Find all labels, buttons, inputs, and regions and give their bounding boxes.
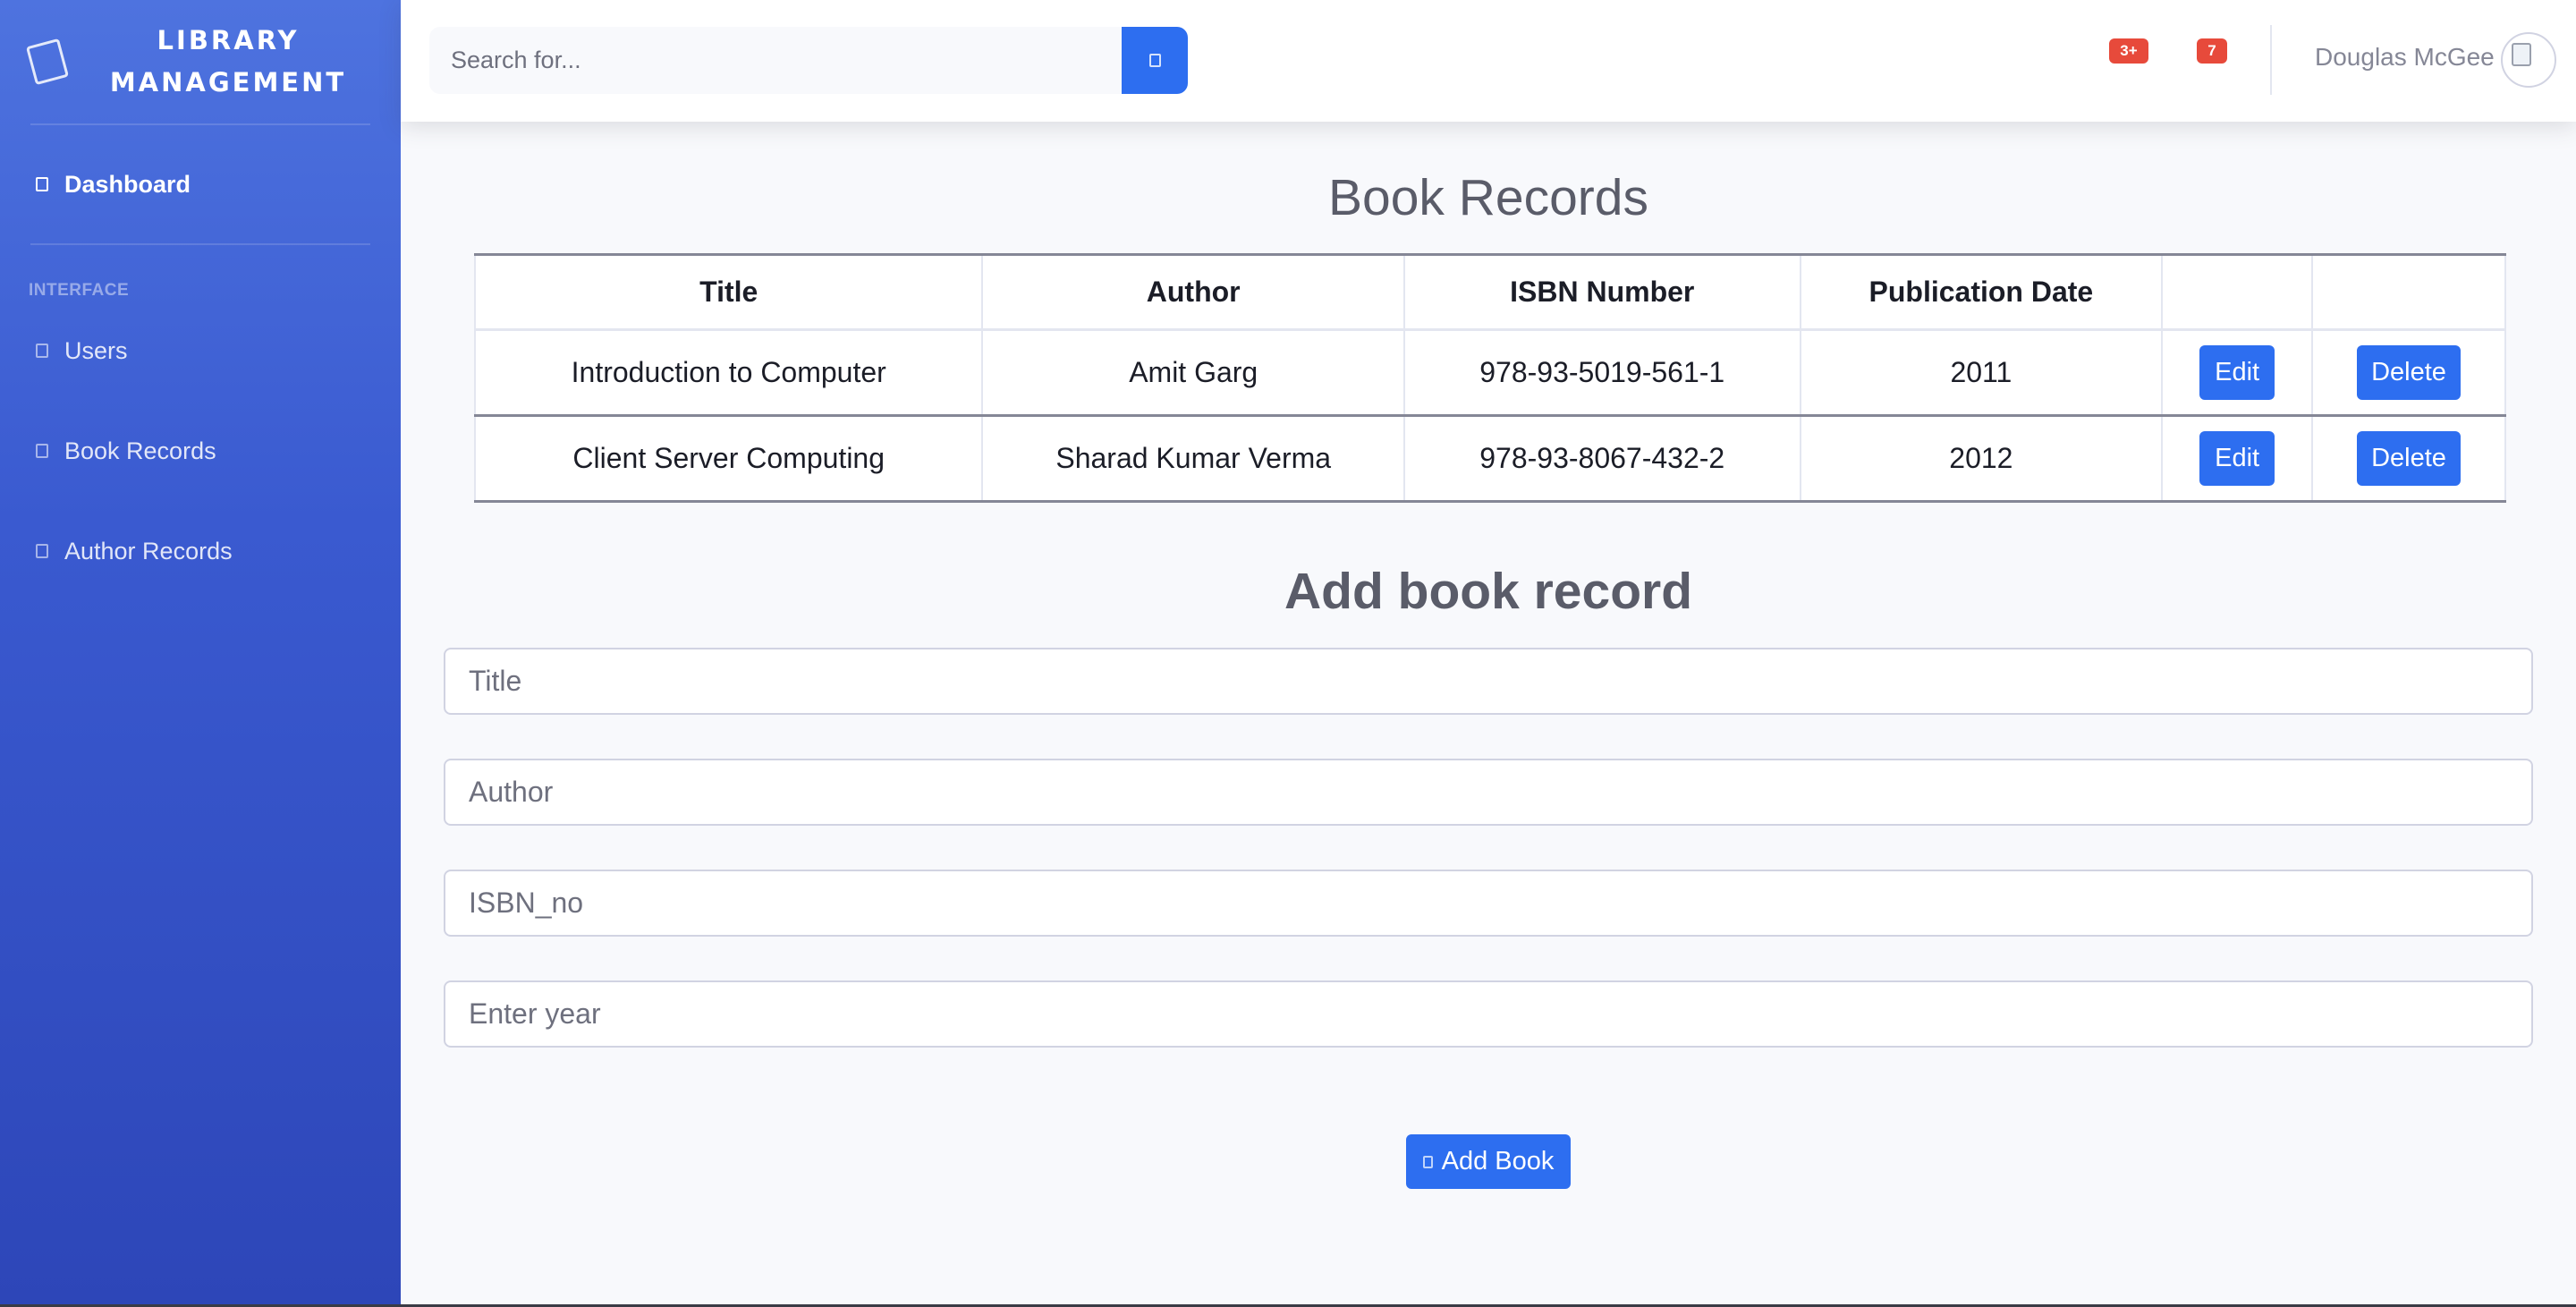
topbar-divider (2270, 25, 2272, 95)
messages-badge[interactable]: 7 (2197, 38, 2227, 64)
column-header-date: Publication Date (1799, 253, 2164, 331)
sidebar-divider (30, 123, 370, 125)
page-title: Book Records (1327, 169, 1648, 226)
book-records-icon (36, 444, 48, 458)
user-name[interactable]: Douglas McGee (2315, 43, 2495, 72)
dashboard-icon (36, 177, 48, 191)
column-header-isbn: ISBN Number (1402, 253, 1801, 331)
book-records-table: Title Author ISBN Number Publication Dat… (473, 253, 2506, 503)
cell-isbn: 978-93-8067-432-2 (1402, 414, 1801, 503)
cell-edit: Edit (2161, 328, 2314, 417)
column-header-author: Author (981, 253, 1405, 331)
alerts-badge[interactable]: 3+ (2109, 38, 2148, 64)
cell-author: Sharad Kumar Verma (981, 414, 1405, 503)
sidebar-item-label: Book Records (64, 437, 216, 464)
cell-date: 2011 (1799, 328, 2164, 417)
sidebar-item-dashboard[interactable]: Dashboard (0, 157, 401, 211)
column-header-title: Title (473, 253, 984, 331)
table-row: Introduction to Computer Amit Garg 978-9… (473, 328, 2506, 417)
brand-line-1: LIBRARY (157, 25, 300, 55)
cell-author: Amit Garg (981, 328, 1405, 417)
table-row: Client Server Computing Sharad Kumar Ver… (473, 414, 2506, 503)
cell-title: Introduction to Computer (473, 328, 984, 417)
sidebar-item-author-records[interactable]: Author Records (0, 524, 401, 578)
brand[interactable]: LIBRARY MANAGEMENT (0, 0, 401, 123)
cell-edit: Edit (2161, 414, 2314, 503)
sidebar-item-users[interactable]: Users (0, 324, 401, 378)
sidebar: LIBRARY MANAGEMENT Dashboard INTERFACE U… (0, 0, 401, 1307)
edit-button[interactable]: Edit (2199, 345, 2275, 400)
search-icon (1148, 54, 1161, 67)
edit-button[interactable]: Edit (2199, 431, 2275, 486)
cell-title: Client Server Computing (473, 414, 984, 503)
author-records-icon (36, 544, 48, 558)
cell-date: 2012 (1799, 414, 2164, 503)
broken-image-icon (2512, 43, 2531, 66)
year-field[interactable] (444, 980, 2533, 1048)
sidebar-item-label: Dashboard (64, 170, 191, 198)
add-book-label: Add Book (1441, 1147, 1555, 1175)
title-field[interactable] (444, 648, 2533, 715)
sidebar-item-book-records[interactable]: Book Records (0, 424, 401, 478)
brand-title: LIBRARY MANAGEMENT (64, 20, 401, 104)
sidebar-item-label: Author Records (64, 537, 233, 564)
isbn-field[interactable] (444, 870, 2533, 937)
column-header-edit (2161, 253, 2314, 331)
book-icon (25, 38, 70, 86)
column-header-delete (2311, 253, 2506, 331)
table-header-row: Title Author ISBN Number Publication Dat… (473, 253, 2506, 331)
brand-line-2: MANAGEMENT (109, 67, 347, 98)
search-bar (429, 27, 1188, 94)
delete-button[interactable]: Delete (2357, 431, 2462, 486)
add-book-button[interactable]: Add Book (1406, 1134, 1571, 1189)
search-input[interactable] (429, 27, 1122, 94)
delete-button[interactable]: Delete (2357, 345, 2462, 400)
plus-icon (1422, 1155, 1433, 1168)
sidebar-item-label: Users (64, 336, 128, 364)
sidebar-heading: INTERFACE (29, 281, 130, 300)
sidebar-divider (30, 243, 370, 245)
search-button[interactable] (1122, 27, 1188, 94)
author-field[interactable] (444, 759, 2533, 826)
users-icon (36, 344, 48, 358)
main-content: Book Records Title Author ISBN Number Pu… (401, 122, 2576, 1307)
cell-isbn: 978-93-5019-561-1 (1402, 328, 1801, 417)
avatar[interactable] (2501, 32, 2556, 88)
topbar: 3+ 7 Douglas McGee (401, 0, 2576, 122)
cell-delete: Delete (2311, 328, 2506, 417)
cell-delete: Delete (2311, 414, 2506, 503)
form-title: Add book record (1284, 563, 1693, 620)
